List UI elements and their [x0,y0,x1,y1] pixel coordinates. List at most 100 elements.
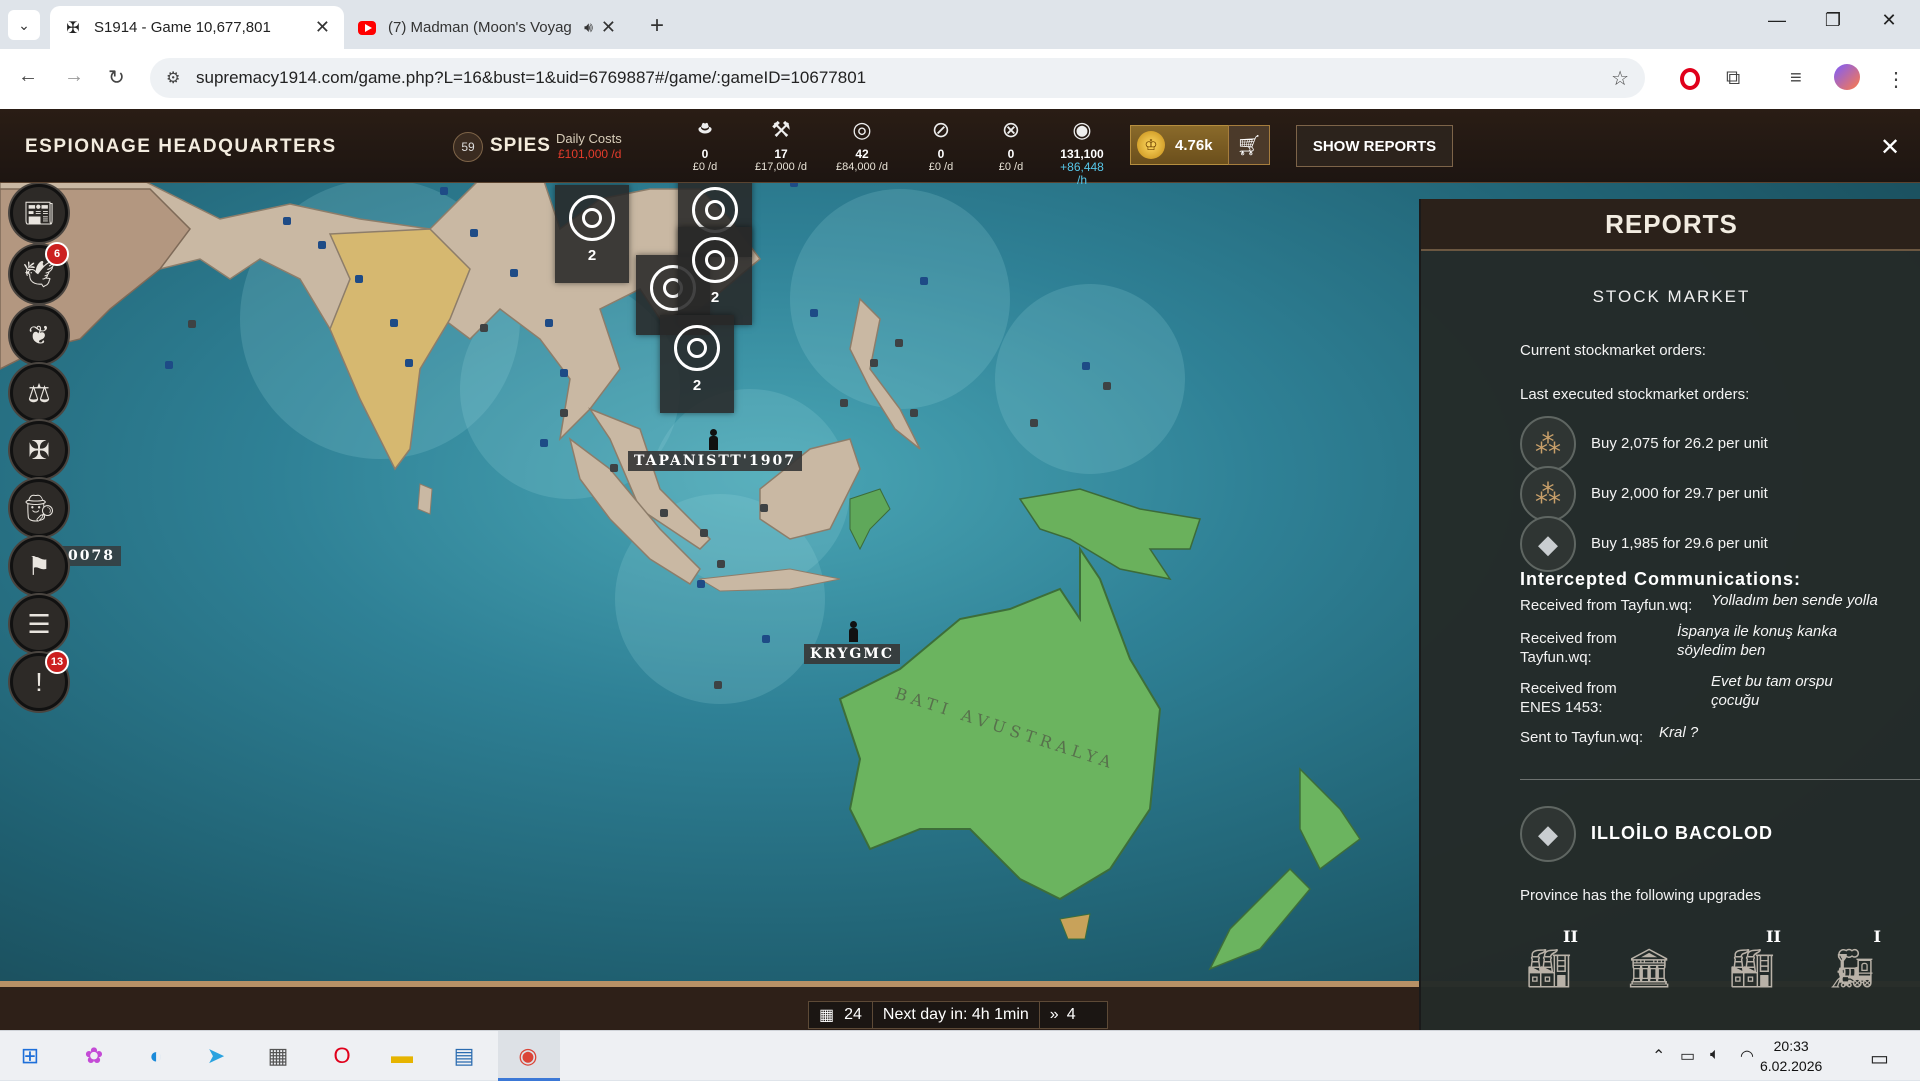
site-settings-icon[interactable]: ⚙ [166,68,180,88]
province-marker[interactable] [540,439,548,447]
resource-sabotage[interactable]: ⚒ 17 £17,000 /d [743,113,819,174]
resource-money[interactable]: ◉ 131,100 +86,448 /h [1044,113,1120,187]
resource-target[interactable]: ◎ 42 £84,000 /d [824,113,900,174]
province-marker[interactable] [840,399,848,407]
province-marker[interactable] [1082,362,1090,370]
newspaper-button[interactable]: 📰︎ [10,184,68,242]
spy-figure-icon[interactable] [848,621,858,643]
economy-button[interactable]: ❦ [10,306,68,364]
province-marker[interactable] [440,187,448,195]
province-marker[interactable] [545,319,553,327]
province-marker[interactable] [714,681,722,689]
notification-icon[interactable]: ▭ [1870,1046,1889,1071]
province-name[interactable]: ILLOİLO BACOLOD [1591,823,1773,844]
province-marker[interactable] [318,241,326,249]
province-marker[interactable] [560,369,568,377]
spy-figure-icon[interactable] [708,429,718,451]
opera-extension-icon[interactable] [1680,68,1700,90]
windows-start-icon[interactable]: ⊞ [14,1040,46,1072]
close-window-button[interactable]: ✕ [1866,10,1912,31]
diplomacy-button[interactable]: 🕊︎ 6 [10,242,69,303]
tab-search-button[interactable]: ⌄ [8,10,40,40]
system-clock[interactable]: 20:33 6.02.2026 [1760,1036,1822,1076]
remote-desktop-icon[interactable]: ▤ [448,1040,480,1072]
spy-card[interactable]: 2 [678,227,752,325]
province-marker[interactable] [188,320,196,328]
province-marker[interactable] [165,361,173,369]
new-tab-button[interactable]: + [650,12,664,40]
province-marker[interactable] [660,509,668,517]
close-icon[interactable]: ✕ [1880,133,1900,162]
close-tab-icon[interactable]: ✕ [315,17,330,38]
tab-youtube[interactable]: (7) Madman (Moon's Voyag 🔊︎ ✕ [344,6,630,49]
province-marker[interactable] [762,635,770,643]
province-marker[interactable] [283,217,291,225]
trade-button[interactable]: ⚖ [10,364,68,422]
resource-troops[interactable]: ⊗ 0 £0 /d [973,113,1049,174]
province-marker[interactable] [920,277,928,285]
province-marker[interactable] [910,409,918,417]
city-label[interactable]: 0078 [62,546,121,566]
media-control-icon[interactable]: ≡ [1790,67,1802,90]
spy-card[interactable]: 2 [555,185,629,283]
telegram-icon[interactable]: ➤ [200,1040,232,1072]
back-icon[interactable]: ← [18,65,38,88]
reload-icon[interactable]: ↻ [108,65,125,90]
province-marker[interactable] [1103,382,1111,390]
province-marker[interactable] [470,229,478,237]
barracks-icon[interactable]: 🏛︎ [1616,929,1682,991]
address-bar[interactable]: ⚙ supremacy1914.com/game.php?L=16&bust=1… [150,58,1645,98]
province-marker[interactable] [610,464,618,472]
opera-icon[interactable]: O [326,1040,358,1072]
resource-economy[interactable]: ⊘ 0 £0 /d [903,113,979,174]
resource-spy-hat[interactable]: 🎩︎ 0 £0 /d [667,113,743,174]
city-label[interactable]: TAPANISTT'1907 [628,451,802,471]
alerts-button[interactable]: ! 13 [10,650,69,711]
extensions-icon[interactable]: ⧉ [1726,67,1740,90]
tab-supremacy-game[interactable]: ✠ S1914 - Game 10,677,801 ✕ [50,6,344,49]
chevron-up-icon[interactable]: ⌃ [1652,1046,1665,1066]
province-marker[interactable] [700,529,708,537]
browser-menu-icon[interactable]: ⋮ [1886,67,1906,92]
province-marker[interactable] [1030,419,1038,427]
province-marker[interactable] [895,339,903,347]
forward-icon[interactable]: → [64,65,84,88]
wifi-icon[interactable]: ◠ [1740,1046,1754,1066]
army-button[interactable]: ✠ [10,421,68,479]
province-marker[interactable] [390,319,398,327]
bookmark-star-icon[interactable]: ☆ [1611,66,1629,91]
espionage-button[interactable]: 🕵︎ [10,479,68,537]
province-marker[interactable] [810,309,818,317]
province-marker[interactable] [355,275,363,283]
units-button[interactable]: ☰ [10,595,68,653]
game-speed[interactable]: » 4 [1040,1002,1086,1028]
province-marker[interactable] [870,359,878,367]
province-marker[interactable] [480,324,488,332]
province-marker[interactable] [560,409,568,417]
calculator-icon[interactable]: ▦ [262,1040,294,1072]
show-reports-button[interactable]: SHOW REPORTS [1296,125,1453,167]
province-marker[interactable] [510,269,518,277]
research-button[interactable]: ⚑ [10,537,68,595]
restore-button[interactable]: ❐ [1810,10,1856,31]
industrial-complex-icon[interactable]: 🏭︎ II [1516,927,1582,991]
edge-icon[interactable]: ◐ [140,1040,172,1072]
province-marker[interactable] [717,560,725,568]
spy-card[interactable]: 2 [660,315,734,413]
factory-icon[interactable]: 🏭︎ II [1719,927,1785,991]
city-label[interactable]: KRYGMC [804,644,900,664]
chrome-icon[interactable]: ◉ [512,1040,544,1072]
minimize-button[interactable]: — [1754,10,1800,31]
volume-icon[interactable]: 🔈︎ [1710,1046,1720,1064]
province-marker[interactable] [405,359,413,367]
shop-cart-button[interactable]: 🛒︎ [1228,125,1270,165]
copilot-icon[interactable]: ✿ [78,1040,110,1072]
railway-icon[interactable]: 🚂︎ I [1819,927,1885,991]
calendar-cell[interactable]: ▦ 24 [809,1002,873,1028]
province-marker[interactable] [760,504,768,512]
profile-avatar[interactable] [1834,64,1860,90]
province-marker[interactable] [697,580,705,588]
close-tab-icon[interactable]: ✕ [601,17,616,38]
battery-icon[interactable]: ▭ [1680,1046,1695,1066]
file-explorer-icon[interactable]: ▬ [386,1040,418,1072]
